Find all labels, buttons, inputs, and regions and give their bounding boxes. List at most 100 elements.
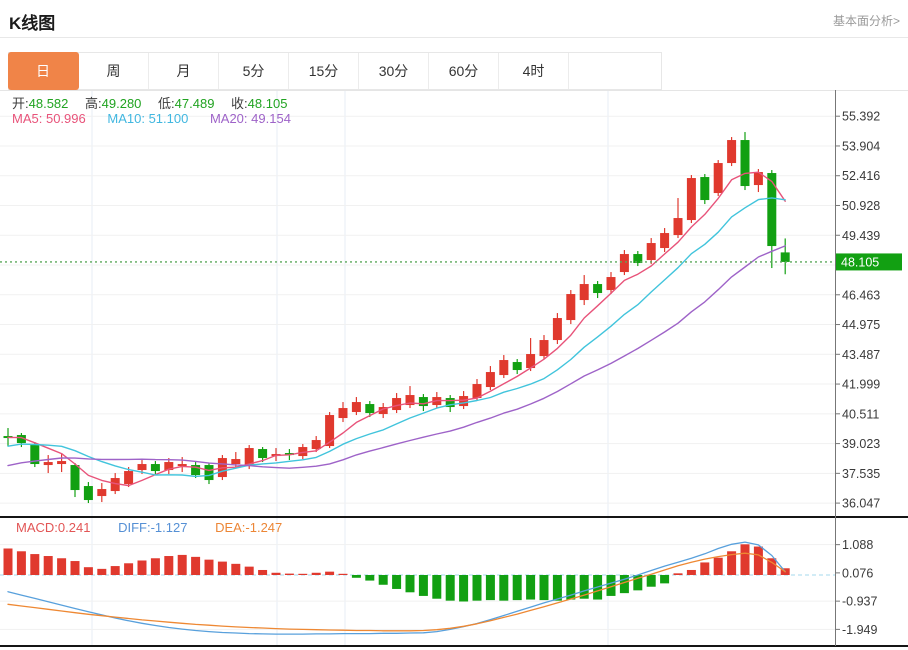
macd-histogram-bar (30, 554, 39, 575)
candle-body (151, 464, 160, 471)
candle-body (540, 340, 549, 356)
macd-histogram-bar (325, 572, 334, 575)
axis-tick-label: -1.949 (842, 623, 877, 637)
tab-5min[interactable]: 5分 (219, 53, 289, 89)
macd-histogram-bar (44, 556, 53, 575)
tab-week[interactable]: 周 (79, 53, 149, 89)
candle-body (57, 461, 66, 464)
page-title: K线图 (9, 9, 55, 34)
ma5-readout: MA5: 50.996 (12, 111, 86, 126)
macd-info-row: MACD:0.241 DIFF:-1.127 DEA:-1.247 (16, 520, 282, 535)
axis-tick-label: 36.047 (842, 497, 880, 511)
fundamental-analysis-link[interactable]: 基本面分析> (833, 12, 900, 29)
macd-histogram-bar (365, 575, 374, 581)
candle-body (205, 465, 214, 480)
tab-month[interactable]: 月 (149, 53, 219, 89)
candle-body (727, 140, 736, 163)
candle-body (513, 362, 522, 370)
open-label: 开: (12, 96, 29, 111)
macd-histogram-bar (499, 575, 508, 601)
macd-histogram-bar (298, 574, 307, 575)
macd-histogram-bar (111, 566, 120, 575)
candle-body (124, 471, 133, 484)
macd-histogram-bar (419, 575, 428, 596)
macd-histogram-bar (339, 574, 348, 575)
candle-body (392, 398, 401, 410)
candle-body (674, 218, 683, 235)
candle-body (700, 177, 709, 200)
macd-histogram-bar (459, 575, 468, 602)
macd-histogram-bar (97, 569, 106, 575)
candle-body (553, 318, 562, 340)
candle-body (767, 173, 776, 246)
tab-30min[interactable]: 30分 (359, 53, 429, 89)
axis-tick-label: 53.904 (842, 139, 880, 153)
candle-body (647, 243, 656, 260)
macd-histogram-bar (71, 561, 80, 575)
macd-histogram-bar (205, 560, 214, 575)
candle-body (258, 449, 267, 458)
ma20-line (8, 246, 785, 468)
close-label: 收: (231, 96, 248, 111)
macd-histogram-bar (4, 548, 13, 575)
candle-body (660, 233, 669, 248)
macd-histogram-bar (124, 563, 133, 575)
macd-histogram-bar (191, 557, 200, 575)
axis-tick-label: 40.511 (842, 407, 879, 421)
macd-histogram-bar (285, 574, 294, 575)
candle-body (607, 277, 616, 290)
macd-histogram-bar (647, 575, 656, 587)
candle-body (365, 404, 374, 413)
candle-body (44, 462, 53, 465)
axis-tick-label: 46.463 (842, 288, 880, 302)
ma20-readout: MA20: 49.154 (210, 111, 291, 126)
macd-histogram-bar (379, 575, 388, 585)
macd-histogram-bar (245, 567, 254, 575)
macd-histogram-bar (231, 564, 240, 575)
candle-body (97, 489, 106, 496)
diff-readout: DIFF:-1.127 (118, 520, 187, 535)
axis-tick-label: -0.937 (842, 595, 877, 609)
macd-histogram-bar (151, 558, 160, 575)
candle-body (566, 294, 575, 320)
macd-histogram-bar (84, 567, 93, 575)
macd-histogram-bar (432, 575, 441, 599)
macd-histogram-bar (473, 575, 482, 601)
candle-body (781, 252, 790, 262)
candle-body (231, 459, 240, 464)
macd-histogram-bar (553, 575, 562, 601)
macd-histogram-bar (392, 575, 401, 589)
candle-body (620, 254, 629, 272)
current-price-badge-label: 48.105 (841, 255, 879, 269)
macd-histogram-bar (741, 544, 750, 575)
macd-histogram-bar (258, 570, 267, 575)
tab-4hour[interactable]: 4时 (499, 53, 569, 89)
tab-60min[interactable]: 60分 (429, 53, 499, 89)
ma-info-row: MA5: 50.996 MA10: 51.100 MA20: 49.154 (12, 111, 291, 126)
candle-body (459, 396, 468, 406)
macd-readout: MACD:0.241 (16, 520, 90, 535)
tab-day[interactable]: 日 (8, 52, 79, 90)
tabbar-filler (569, 53, 661, 89)
macd-histogram-bar (486, 575, 495, 600)
macd-histogram-bar (164, 556, 173, 575)
macd-histogram-bar (272, 573, 281, 575)
low-value: 47.489 (175, 96, 215, 111)
high-label: 高: (85, 96, 102, 111)
axis-tick-label: 39.023 (842, 437, 880, 451)
axis-tick-label: 41.999 (842, 378, 880, 392)
interval-tabbar: 日周月5分15分30分60分4时 (8, 52, 662, 90)
axis-tick-label: 0.076 (842, 566, 873, 580)
macd-histogram-bar (674, 573, 683, 575)
macd-histogram-bar (754, 547, 763, 575)
candle-body (714, 163, 723, 193)
kline-app: K线图 基本面分析> 日周月5分15分30分60分4时 55.39253.904… (0, 0, 908, 650)
macd-histogram-bar (178, 555, 187, 575)
axis-tick-label: 44.975 (842, 318, 880, 332)
macd-histogram-bar (540, 575, 549, 600)
candle-body (352, 402, 361, 412)
ma10-readout: MA10: 51.100 (107, 111, 188, 126)
tab-15min[interactable]: 15分 (289, 53, 359, 89)
candle-body (593, 284, 602, 293)
candle-body (741, 140, 750, 186)
